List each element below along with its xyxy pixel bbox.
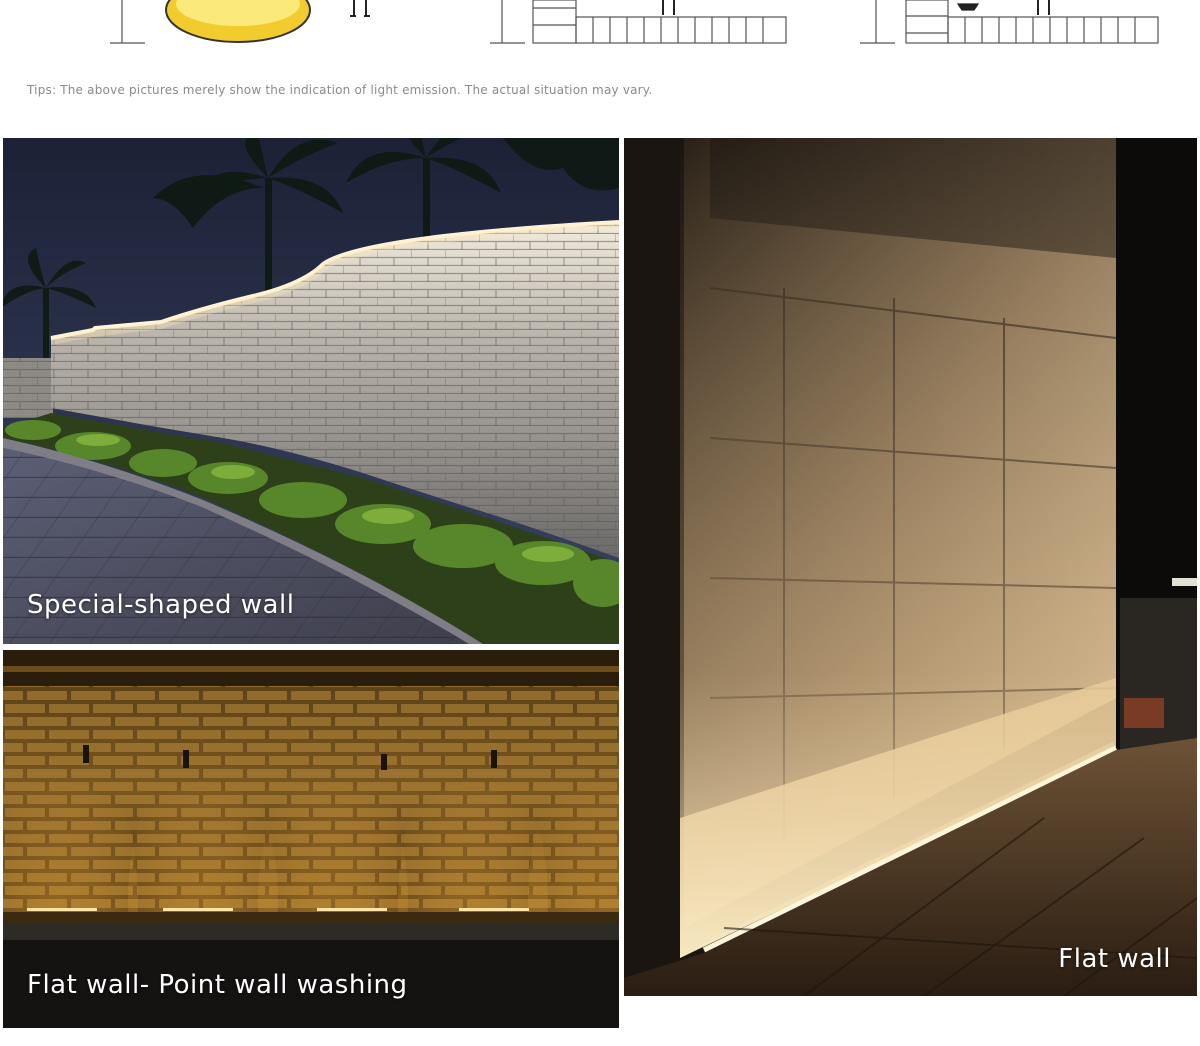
photo-flat-wall-point-washing: Flat wall- Point wall washing <box>3 650 619 1028</box>
person-icon <box>1037 0 1050 15</box>
photo-caption: Flat wall- Point wall washing <box>27 970 408 1000</box>
person-icon <box>350 0 370 17</box>
light-emission-diagrams <box>0 0 1200 60</box>
photo-caption: Special-shaped wall <box>27 590 295 620</box>
photo-caption: Flat wall <box>1058 944 1171 974</box>
photo-special-shaped-wall: Special-shaped wall <box>3 138 619 644</box>
person-icon <box>662 0 675 15</box>
photo-flat-wall: Flat wall <box>624 138 1197 996</box>
diagram-round-light <box>110 0 370 44</box>
diagram-stairs-light <box>860 0 1159 44</box>
tips-note: Tips: The above pictures merely show the… <box>27 83 653 97</box>
diagram-wall-wash <box>490 0 787 44</box>
